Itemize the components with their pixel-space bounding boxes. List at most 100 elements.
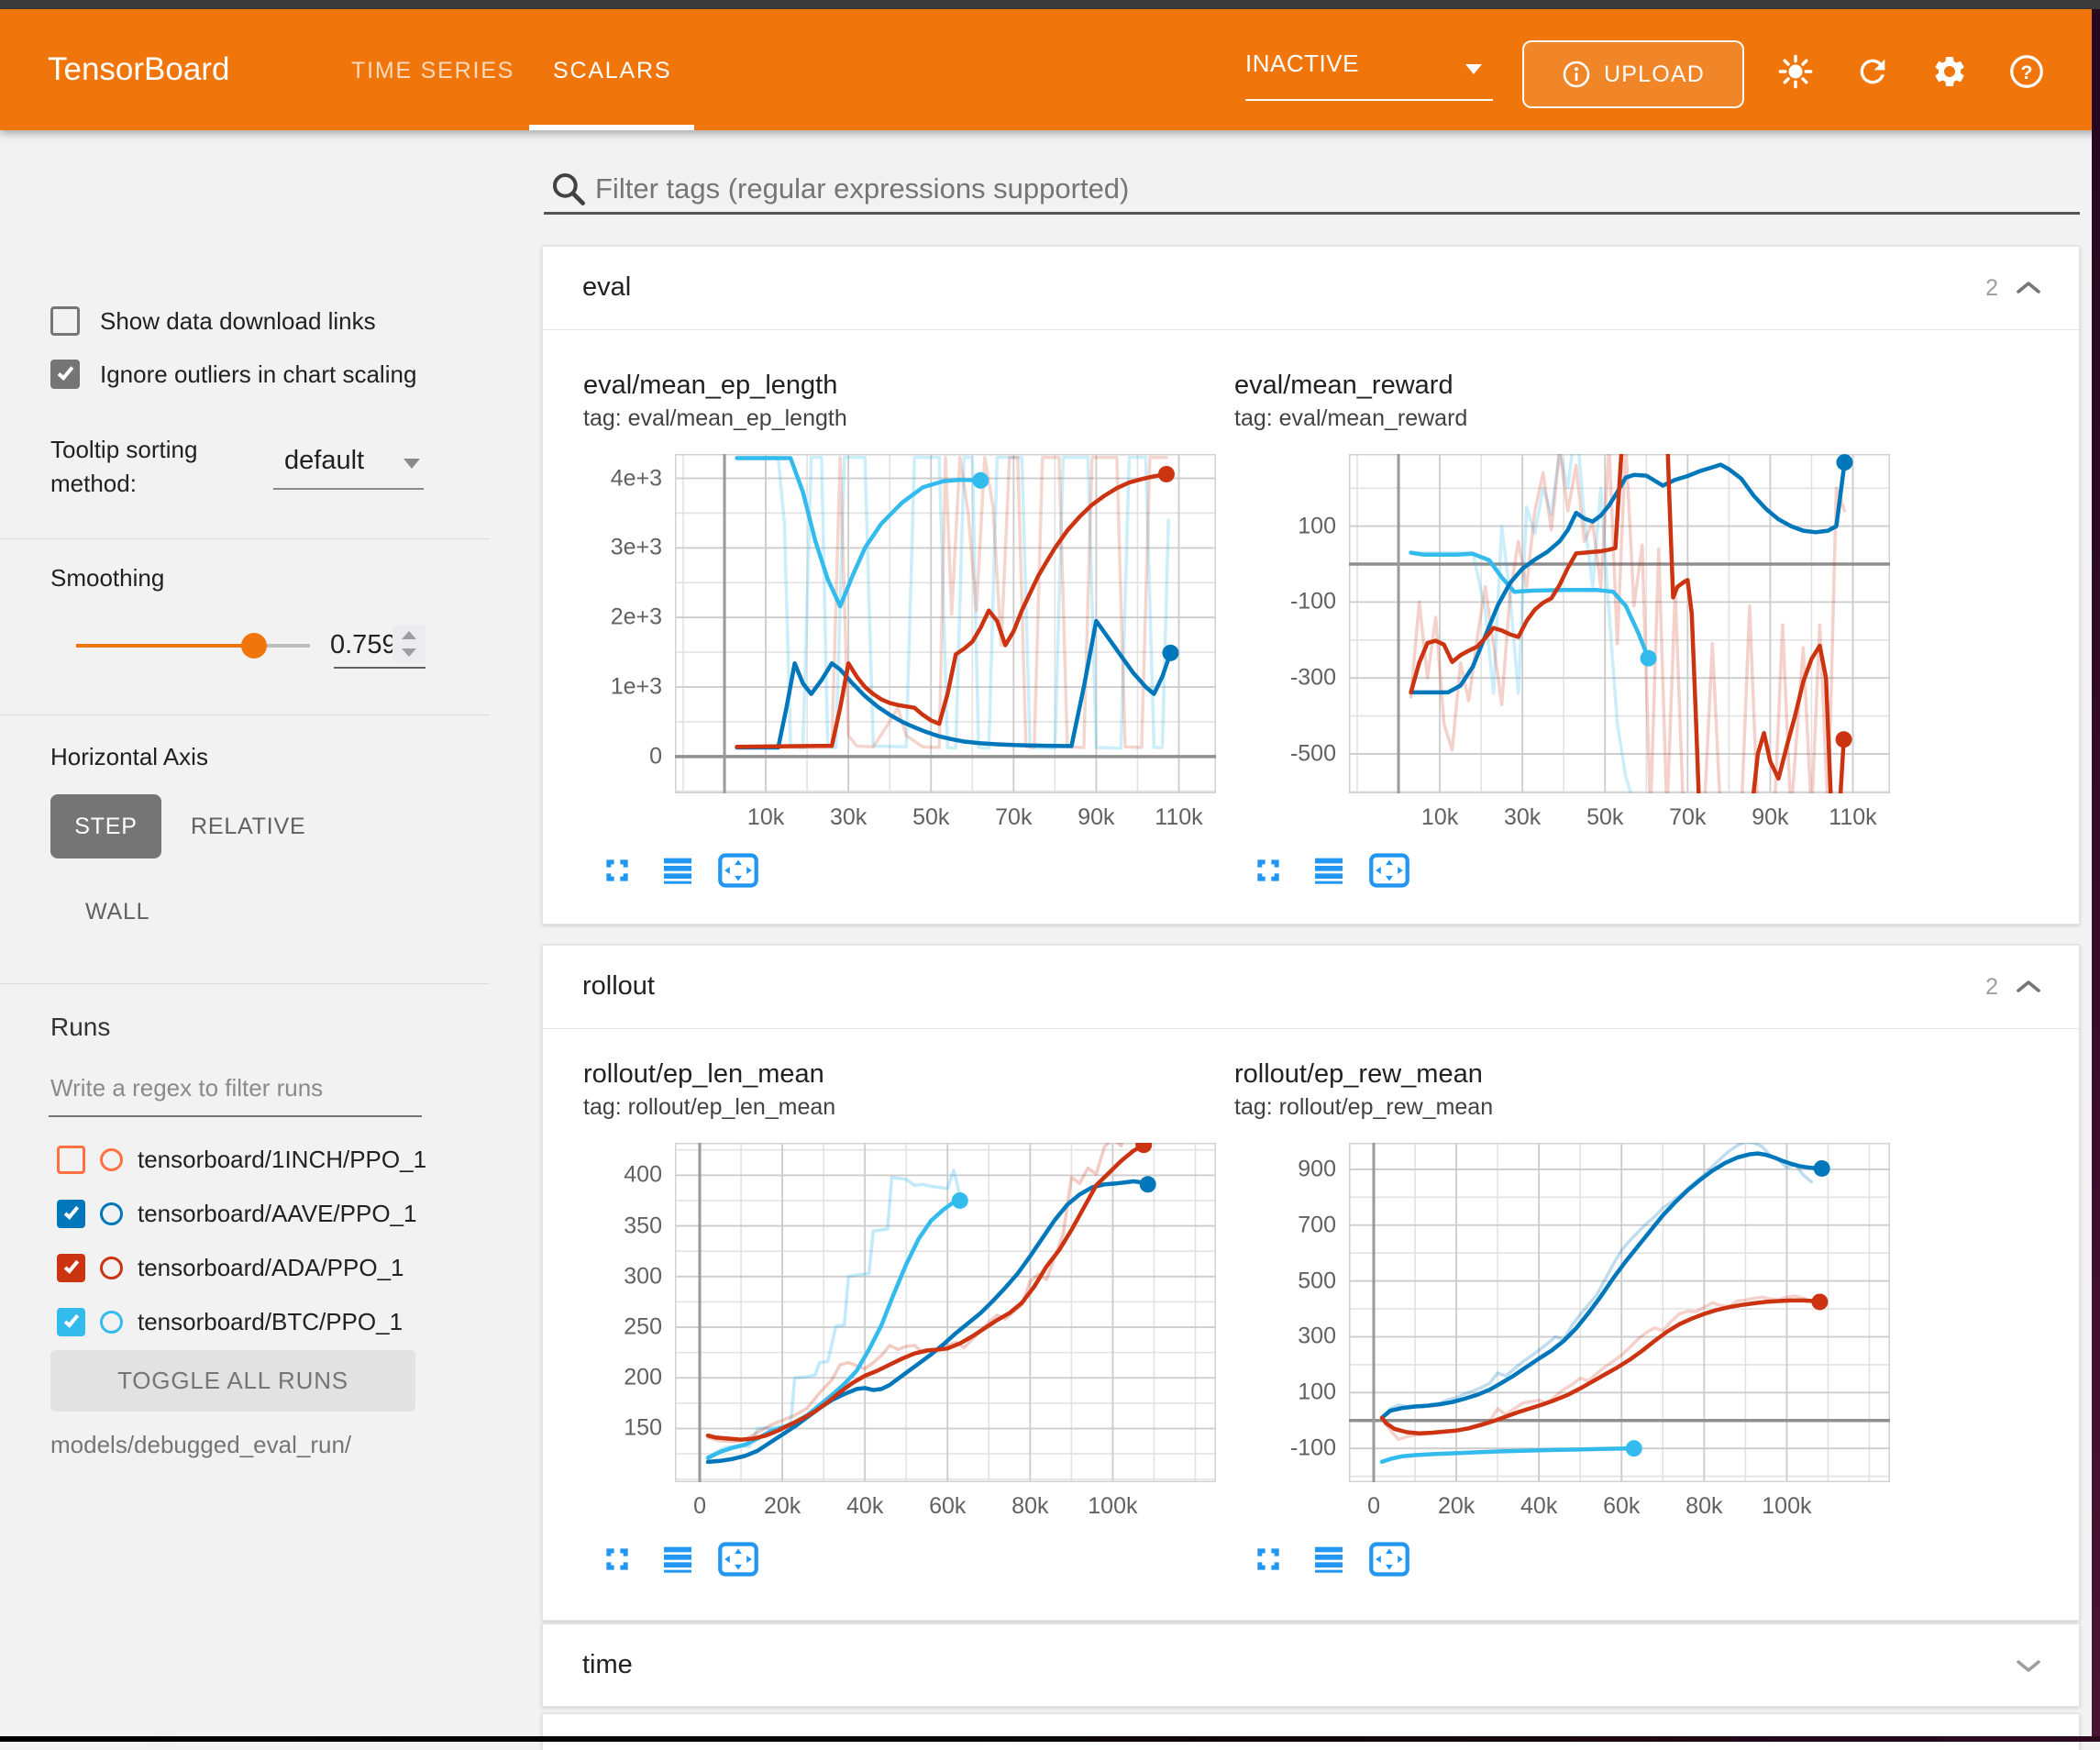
svg-text:?: ? (2020, 61, 2032, 83)
runs-filter-input[interactable] (50, 1068, 417, 1108)
y-tick-label: 300 (1298, 1324, 1336, 1350)
y-tick-label: 100 (1298, 513, 1336, 539)
ignore-outliers-checkbox[interactable] (50, 360, 80, 389)
ignore-outliers-row[interactable]: Ignore outliers in chart scaling (50, 360, 416, 389)
y-tick-label: 1e+3 (611, 673, 662, 700)
section-header-eval[interactable]: eval 2 (543, 247, 2079, 330)
x-axis: 10k30k50k70k90k110k (675, 804, 1216, 836)
run-checkbox[interactable] (57, 1146, 85, 1174)
x-tick-label: 30k (830, 804, 867, 831)
chart-toolbar (1247, 1538, 1410, 1580)
scalar-line-chart[interactable] (675, 1143, 1216, 1482)
smoothing-slider[interactable] (76, 626, 310, 666)
settings-gear-icon[interactable] (1931, 53, 1968, 90)
chart-tag: tag: eval/mean_reward (1234, 405, 1467, 432)
show-download-links-checkbox[interactable] (50, 306, 80, 336)
fit-domain-icon[interactable] (1368, 849, 1410, 892)
tab-time-series[interactable]: TIME SERIES (351, 9, 514, 130)
fullscreen-icon[interactable] (596, 1538, 638, 1580)
runs-directory-path: models/debugged_eval_run/ (50, 1431, 351, 1459)
data-table-icon[interactable] (657, 1538, 699, 1580)
tag-filter-input[interactable] (595, 167, 2062, 211)
chart-title: rollout/ep_rew_mean (1234, 1059, 1483, 1090)
axis-wall-button[interactable]: WALL (85, 890, 149, 934)
fullscreen-icon[interactable] (596, 849, 638, 892)
x-tick-label: 100k (1762, 1493, 1811, 1520)
fullscreen-icon[interactable] (1247, 1538, 1289, 1580)
section-count: 2 (1985, 275, 1998, 302)
app-header: TensorBoard TIME SERIES SCALARS INACTIVE… (0, 9, 2100, 130)
smoothing-stepper[interactable] (392, 626, 426, 662)
y-tick-label: 300 (624, 1263, 662, 1290)
smoothing-label: Smoothing (50, 564, 164, 593)
divider (0, 538, 489, 539)
y-axis: 150200250300350400 (583, 1143, 668, 1482)
show-download-links-row[interactable]: Show data download links (50, 306, 376, 336)
x-tick-label: 100k (1088, 1493, 1137, 1520)
scalar-line-chart[interactable] (675, 454, 1216, 793)
scalar-line-chart[interactable] (1349, 454, 1890, 793)
data-table-icon[interactable] (1308, 849, 1350, 892)
divider (0, 714, 489, 715)
x-tick-label: 40k (846, 1493, 883, 1520)
y-tick-label: 500 (1298, 1268, 1336, 1294)
scalar-line-chart[interactable] (1349, 1143, 1890, 1482)
data-table-icon[interactable] (657, 849, 699, 892)
tooltip-sorting-label: Tooltip sorting method: (50, 433, 271, 501)
run-label: tensorboard/AAVE/PPO_1 (138, 1200, 416, 1228)
upload-button[interactable]: UPLOAD (1522, 40, 1744, 108)
fit-domain-icon[interactable] (717, 1538, 759, 1580)
toggle-all-runs-button[interactable]: TOGGLE ALL RUNS (50, 1350, 415, 1412)
run-checkbox[interactable] (57, 1308, 85, 1336)
section-title: time (582, 1650, 633, 1680)
section-header-rollout[interactable]: rollout 2 (543, 946, 2079, 1029)
run-checkbox[interactable] (57, 1200, 85, 1228)
tooltip-sorting-value: default (284, 446, 364, 476)
collapse-chevron-up-icon[interactable] (2015, 978, 2042, 996)
y-tick-label: 100 (1298, 1379, 1336, 1406)
collapse-chevron-down-icon[interactable] (2015, 1656, 2042, 1675)
section-header-time[interactable]: time (543, 1624, 2079, 1707)
collapse-chevron-up-icon[interactable] (2015, 279, 2042, 297)
data-table-icon[interactable] (1308, 1538, 1350, 1580)
run-color-circle-icon (100, 1148, 123, 1171)
run-row-btc[interactable]: tensorboard/BTC/PPO_1 (57, 1303, 403, 1340)
run-color-circle-icon (100, 1257, 123, 1279)
refresh-icon[interactable] (1854, 53, 1891, 90)
run-row-aave[interactable]: tensorboard/AAVE/PPO_1 (57, 1195, 416, 1232)
y-tick-label: 3e+3 (611, 535, 662, 561)
x-tick-label: 70k (995, 804, 1032, 831)
chart-eval-mean-reward: eval/mean_reward tag: eval/mean_reward 1… (1234, 371, 1867, 921)
fit-domain-icon[interactable] (717, 849, 759, 892)
chart-rollout-ep-rew-mean: rollout/ep_rew_mean tag: rollout/ep_rew_… (1234, 1059, 1867, 1610)
y-tick-label: -300 (1290, 665, 1336, 692)
help-icon[interactable]: ? (2008, 53, 2045, 90)
chart-tag: tag: rollout/ep_len_mean (583, 1094, 835, 1121)
chart-title: rollout/ep_len_mean (583, 1059, 824, 1090)
run-row-1inch[interactable]: tensorboard/1INCH/PPO_1 (57, 1141, 426, 1178)
brightness-icon[interactable] (1777, 53, 1814, 90)
axis-relative-button[interactable]: RELATIVE (191, 794, 305, 858)
run-checkbox[interactable] (57, 1254, 85, 1282)
x-tick-label: 40k (1520, 1493, 1557, 1520)
run-color-circle-icon (100, 1311, 123, 1334)
chart-rollout-ep-len-mean: rollout/ep_len_mean tag: rollout/ep_len_… (583, 1059, 1216, 1610)
x-tick-label: 90k (1752, 804, 1788, 831)
axis-step-button[interactable]: STEP (50, 794, 161, 858)
section-card-partial (542, 1713, 2080, 1750)
run-row-ada[interactable]: tensorboard/ADA/PPO_1 (57, 1249, 404, 1286)
slider-fill (76, 644, 254, 648)
tab-scalars[interactable]: SCALARS (553, 9, 671, 130)
fullscreen-icon[interactable] (1247, 849, 1289, 892)
input-underline (49, 1115, 422, 1117)
settings-sidebar: Show data download links Ignore outliers… (0, 130, 489, 1742)
x-axis: 020k40k60k80k100k (675, 1493, 1216, 1524)
slider-thumb[interactable] (241, 633, 267, 659)
y-tick-label: -500 (1290, 740, 1336, 767)
tooltip-sorting-select[interactable]: default (273, 442, 424, 490)
fit-domain-icon[interactable] (1368, 1538, 1410, 1580)
status-dropdown[interactable]: INACTIVE (1245, 39, 1493, 101)
x-tick-label: 0 (693, 1493, 706, 1520)
y-tick-label: 0 (649, 743, 662, 770)
x-tick-label: 60k (929, 1493, 966, 1520)
